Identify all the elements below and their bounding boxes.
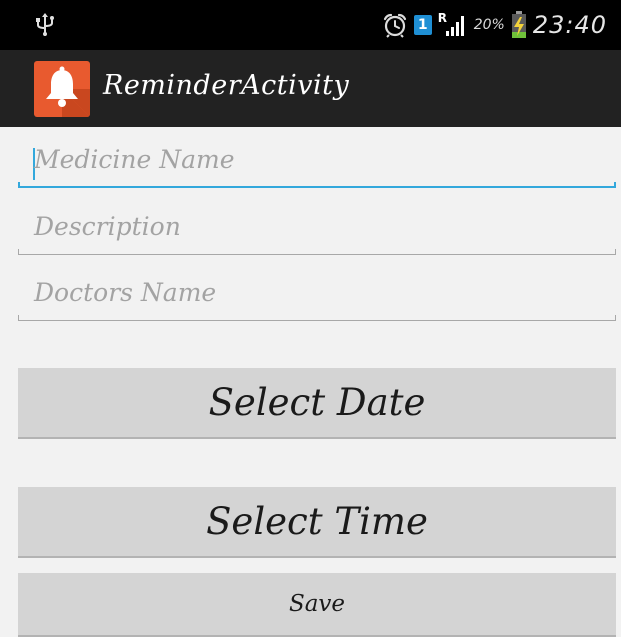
battery-charging-icon [511,11,527,39]
input-underline-tick [615,315,616,321]
medicine-name-placeholder: Medicine Name [34,145,235,174]
usb-icon [34,13,56,37]
battery-percent: 20% [473,17,505,33]
input-underline-tick [614,182,616,188]
status-icons: 1 R 20% 23:40 [382,8,607,42]
doctors-name-input[interactable]: Doctors Name [18,271,616,321]
sim-icon: 1 [413,15,432,35]
save-button[interactable]: Save [18,573,616,637]
input-underline-tick [18,249,19,255]
input-underline [18,186,616,188]
status-clock: 23:40 [532,11,607,39]
alarm-clock-icon [382,12,408,38]
input-underline-tick [18,315,19,321]
select-time-button[interactable]: Select Time [18,487,616,558]
input-underline [18,254,616,255]
signal-icon: R [438,11,468,37]
doctors-name-placeholder: Doctors Name [34,278,217,307]
action-bar: ReminderActivity [0,50,621,127]
description-input[interactable]: Description [18,205,616,255]
medicine-name-input[interactable]: Medicine Name [18,138,616,188]
input-underline-tick [615,249,616,255]
page-title: ReminderActivity [103,70,350,101]
status-bar: 1 R 20% 23:40 [0,0,621,50]
select-date-button[interactable]: Select Date [18,368,616,439]
input-underline-tick [18,182,20,188]
input-underline [18,320,616,321]
bell-icon [46,66,90,117]
app-icon[interactable] [34,61,90,117]
description-placeholder: Description [34,212,181,241]
